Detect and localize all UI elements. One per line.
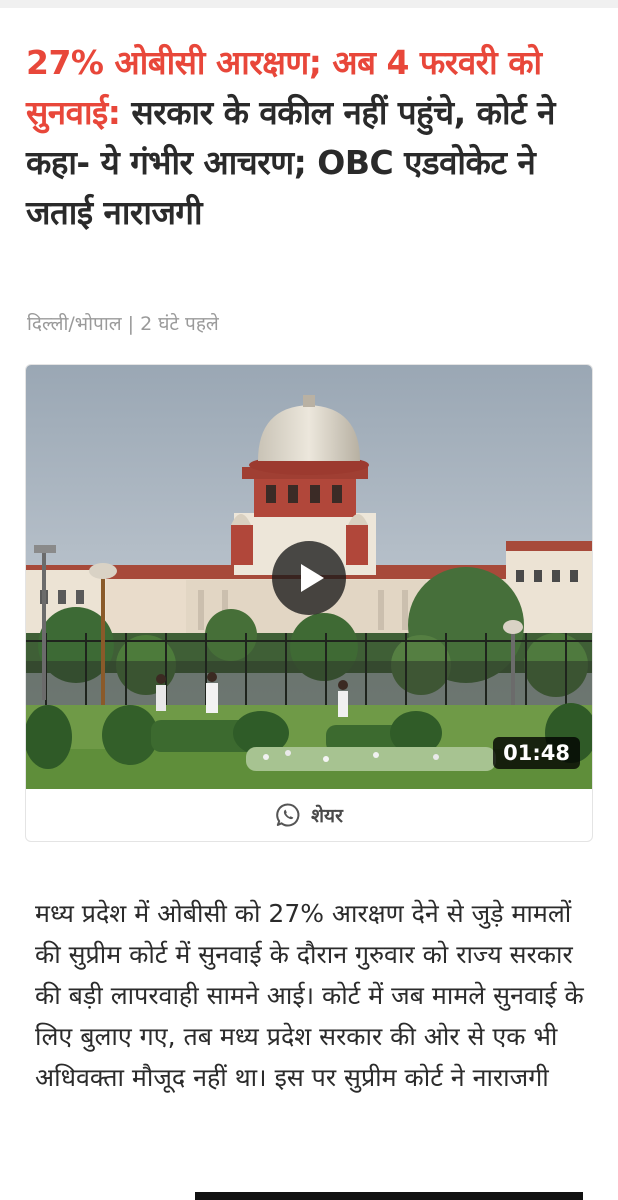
video-duration-badge: 01:48 — [493, 737, 580, 769]
meta-separator: | — [127, 313, 135, 335]
article-headline: 27% ओबीसी आरक्षण; अब 4 फरवरी को सुनवाई: … — [26, 38, 586, 238]
whatsapp-icon — [276, 803, 300, 827]
article-meta: दिल्ली/भोपाल | 2 घंटे पहले — [27, 310, 219, 336]
bottom-strip — [195, 1192, 583, 1200]
play-button[interactable] — [272, 541, 346, 615]
video-thumbnail[interactable]: 01:48 — [26, 365, 592, 789]
top-divider — [0, 0, 618, 8]
share-label: शेयर — [311, 805, 343, 827]
article-page: 27% ओबीसी आरक्षण; अब 4 फरवरी को सुनवाई: … — [0, 0, 618, 1200]
article-timestamp: 2 घंटे पहले — [140, 313, 219, 335]
share-button[interactable]: शेयर — [26, 789, 592, 841]
article-location: दिल्ली/भोपाल — [27, 313, 122, 335]
article-body: मध्य प्रदेश में ओबीसी को 27% आरक्षण देने… — [35, 899, 584, 1092]
video-card: 01:48 शेयर — [25, 364, 593, 842]
play-icon — [301, 564, 324, 592]
